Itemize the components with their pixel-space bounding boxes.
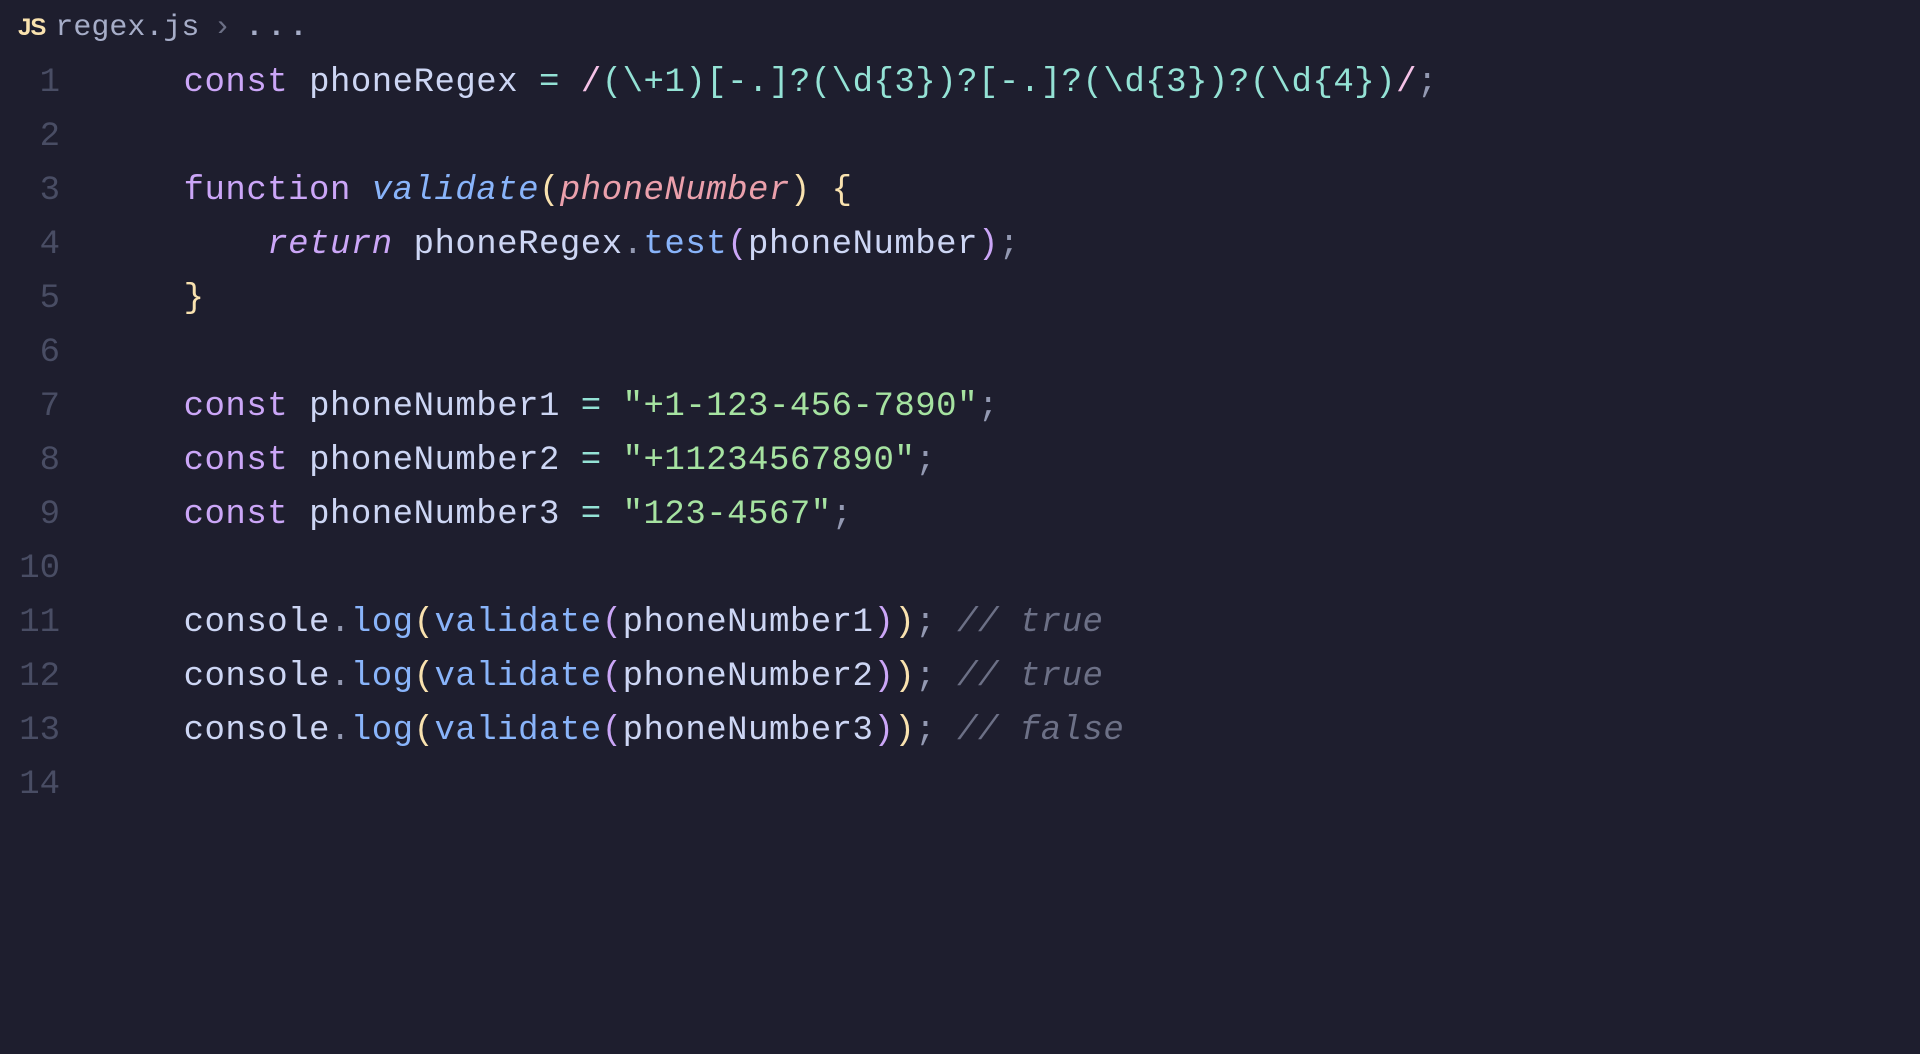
code-text[interactable]: const phoneNumber1 = "+1-123-456-7890"; (100, 380, 999, 434)
code-line[interactable]: 7 const phoneNumber1 = "+1-123-456-7890"… (0, 380, 1920, 434)
chevron-right-icon: › (209, 11, 235, 45)
line-number: 5 (0, 272, 100, 326)
code-text[interactable]: console.log(validate(phoneNumber3)); // … (100, 704, 1124, 758)
code-line[interactable]: 9 const phoneNumber3 = "123-4567"; (0, 488, 1920, 542)
code-line[interactable]: 8 const phoneNumber2 = "+11234567890"; (0, 434, 1920, 488)
code-line[interactable]: 3 function validate(phoneNumber) { (0, 164, 1920, 218)
code-text[interactable]: console.log(validate(phoneNumber2)); // … (100, 650, 1103, 704)
code-text[interactable]: const phoneRegex = /(\+1)[-.]?(\d{3})?[-… (100, 56, 1438, 110)
line-number: 2 (0, 110, 100, 164)
code-line[interactable]: 11 console.log(validate(phoneNumber1)); … (0, 596, 1920, 650)
code-editor[interactable]: 1 const phoneRegex = /(\+1)[-.]?(\d{3})?… (0, 56, 1920, 812)
code-line[interactable]: 10 (0, 542, 1920, 596)
line-number: 7 (0, 380, 100, 434)
line-number: 11 (0, 596, 100, 650)
line-number: 8 (0, 434, 100, 488)
code-text[interactable]: const phoneNumber3 = "123-4567"; (100, 488, 853, 542)
code-line[interactable]: 6 (0, 326, 1920, 380)
code-line[interactable]: 13 console.log(validate(phoneNumber3)); … (0, 704, 1920, 758)
code-line[interactable]: 14 (0, 758, 1920, 812)
js-file-icon: JS (18, 14, 45, 42)
code-line[interactable]: 4 return phoneRegex.test(phoneNumber); (0, 218, 1920, 272)
line-number: 13 (0, 704, 100, 758)
code-text[interactable]: return phoneRegex.test(phoneNumber); (100, 218, 1020, 272)
code-line[interactable]: 12 console.log(validate(phoneNumber2)); … (0, 650, 1920, 704)
line-number: 3 (0, 164, 100, 218)
code-text[interactable]: const phoneNumber2 = "+11234567890"; (100, 434, 936, 488)
code-line[interactable]: 2 (0, 110, 1920, 164)
code-text[interactable]: } (100, 272, 205, 326)
breadcrumb[interactable]: JS regex.js › ... (0, 0, 1920, 56)
line-number: 6 (0, 326, 100, 380)
line-number: 1 (0, 56, 100, 110)
code-text[interactable]: console.log(validate(phoneNumber1)); // … (100, 596, 1103, 650)
code-line[interactable]: 5 } (0, 272, 1920, 326)
line-number: 10 (0, 542, 100, 596)
breadcrumb-file[interactable]: regex.js (55, 11, 199, 45)
code-line[interactable]: 1 const phoneRegex = /(\+1)[-.]?(\d{3})?… (0, 56, 1920, 110)
breadcrumb-ellipsis[interactable]: ... (245, 11, 311, 45)
line-number: 14 (0, 758, 100, 812)
line-number: 9 (0, 488, 100, 542)
code-text[interactable]: function validate(phoneNumber) { (100, 164, 853, 218)
line-number: 12 (0, 650, 100, 704)
line-number: 4 (0, 218, 100, 272)
